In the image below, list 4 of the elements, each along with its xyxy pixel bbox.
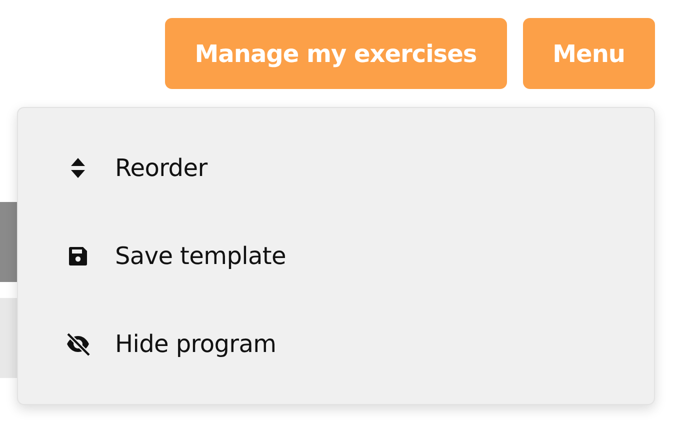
menu-item[interactable]: Save template: [18, 212, 654, 300]
menu-item[interactable]: Hide program: [18, 300, 654, 388]
eye-slash-icon: [65, 331, 91, 357]
menu-item[interactable]: Reorder: [18, 124, 654, 212]
